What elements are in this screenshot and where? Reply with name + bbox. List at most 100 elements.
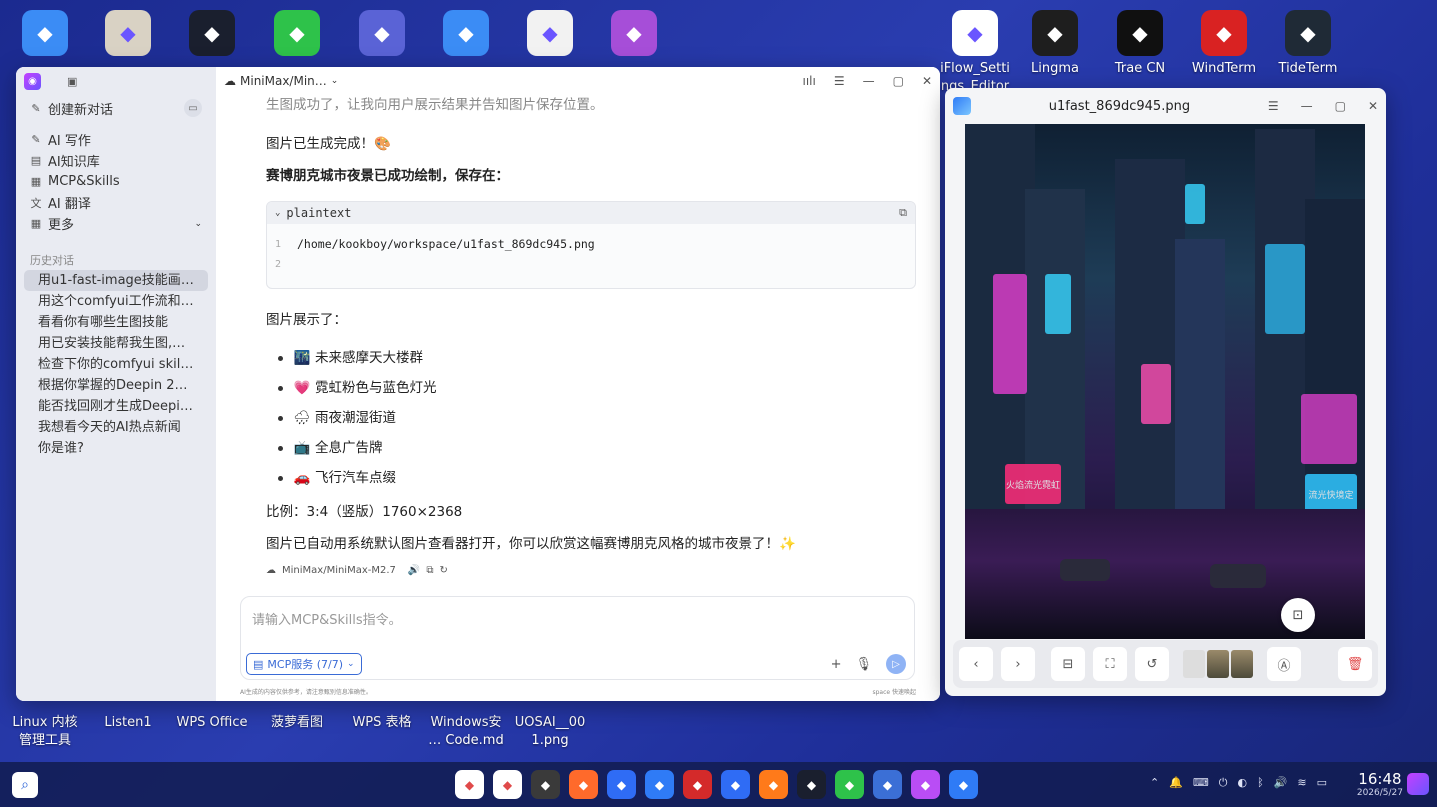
sidebar-item[interactable]: ▤ AI知识库 bbox=[16, 150, 216, 171]
copy-icon[interactable]: ⧉ bbox=[899, 206, 907, 220]
thumbnail[interactable] bbox=[1231, 650, 1253, 678]
menu-icon[interactable]: ☰ bbox=[834, 74, 845, 88]
search-icon[interactable]: ⌕ bbox=[12, 772, 38, 798]
previous-button[interactable]: ‹ bbox=[959, 647, 993, 681]
sidebar-item[interactable]: 文 AI 翻译 bbox=[16, 192, 216, 213]
fit-window-button[interactable]: ⛶ bbox=[1093, 647, 1127, 681]
desktop-icon[interactable]: ◆ bbox=[170, 10, 254, 60]
wifi-icon[interactable]: ≋ bbox=[1297, 776, 1306, 790]
close-icon[interactable]: ✕ bbox=[922, 74, 932, 88]
desktop-icon[interactable]: ◆ bbox=[424, 10, 508, 60]
collapse-chevron-icon[interactable]: ⌄ bbox=[275, 208, 280, 218]
desktop-icon[interactable]: WPS Office bbox=[170, 714, 254, 732]
ocr-button[interactable]: ⊡ bbox=[1281, 598, 1315, 632]
desktop-icon[interactable]: ◆ bbox=[86, 10, 170, 60]
history-item[interactable]: 我想看今天的AI热点新闻 bbox=[24, 417, 208, 438]
image-viewer-icon[interactable]: ◆ bbox=[949, 770, 978, 799]
close-icon[interactable]: ✕ bbox=[1368, 99, 1378, 113]
desktop-icon[interactable]: ◆ bbox=[340, 10, 424, 60]
new-chat-button[interactable]: ✎ 创建新对话 ▭ bbox=[16, 95, 216, 121]
file-manager-icon[interactable]: ◆ bbox=[645, 770, 674, 799]
menu-icon[interactable]: ☰ bbox=[1268, 99, 1279, 113]
desktop-icon[interactable]: ◆ Lingma bbox=[1013, 10, 1097, 78]
voice-wave-icon[interactable]: ıılı bbox=[802, 74, 815, 88]
desktop-icon[interactable]: ◆ bbox=[3, 10, 87, 60]
desktop-icon[interactable]: ◆ bbox=[508, 10, 592, 60]
display-icon[interactable]: ◐ bbox=[1237, 776, 1247, 790]
chat-bubble-icon[interactable]: ▭ bbox=[184, 99, 202, 117]
settings-icon[interactable]: ◆ bbox=[531, 770, 560, 799]
desktop-icon[interactable]: ◆ iFlow_Setti ngs_Editor bbox=[933, 10, 1017, 96]
thumbnail[interactable] bbox=[1183, 650, 1205, 678]
desktop-icon[interactable]: Linux 内核 管理工具 bbox=[3, 714, 87, 750]
desktop-icon[interactable]: UOSAI__00 1.png bbox=[508, 714, 592, 750]
power-icon[interactable]: ⏻ bbox=[1219, 776, 1228, 790]
chat-app-icon[interactable]: ◆ bbox=[721, 770, 750, 799]
desktop-icon[interactable]: Listen1 bbox=[86, 714, 170, 732]
monitor-icon[interactable]: ◆ bbox=[607, 770, 636, 799]
firefox-icon[interactable]: ◆ bbox=[759, 770, 788, 799]
sidebar-item[interactable]: ▦ MCP&Skills bbox=[16, 171, 216, 192]
bluetooth-icon[interactable]: ᛒ bbox=[1257, 776, 1264, 790]
add-icon[interactable]: + bbox=[831, 657, 842, 672]
delete-button[interactable]: 🗑 bbox=[1338, 647, 1372, 681]
model-selector[interactable]: ☁ MiniMax/Min… ⌄ bbox=[224, 74, 338, 88]
desktop-icon[interactable]: WPS 表格 bbox=[340, 714, 424, 732]
battery-icon[interactable]: ▭ bbox=[1317, 776, 1327, 790]
sidebar-item[interactable]: ✎ AI 写作 bbox=[16, 129, 216, 150]
history-item[interactable]: 能否找回刚才生成Deepin 25壁纸 bbox=[24, 396, 208, 417]
launcher-icon[interactable]: ◆ bbox=[455, 770, 484, 799]
desktop-icon[interactable]: ◆ Trae CN bbox=[1098, 10, 1182, 78]
desktop-icon[interactable]: ◆ TideTerm bbox=[1266, 10, 1350, 78]
keyboard-icon[interactable]: ⌨ bbox=[1193, 776, 1209, 790]
minimize-icon[interactable]: — bbox=[1301, 99, 1313, 113]
original-size-button[interactable]: ⊟ bbox=[1051, 647, 1085, 681]
refresh-icon[interactable]: ↻ bbox=[440, 565, 448, 576]
sidebar-item[interactable]: ▦ 更多 ⌄ bbox=[16, 213, 216, 234]
clock[interactable]: 16:48 2026/5/27 bbox=[1357, 770, 1403, 798]
maximize-icon[interactable]: ▢ bbox=[893, 74, 904, 88]
maximize-icon[interactable]: ▢ bbox=[1335, 99, 1346, 113]
desktop-icon[interactable]: ◆ WindTerm bbox=[1182, 10, 1266, 78]
microphone-icon[interactable]: 🎙 bbox=[855, 657, 872, 672]
history-item[interactable]: 用u1-fast-image技能画一幅赛博朋克城市夜景 bbox=[24, 270, 208, 291]
copy-icon[interactable]: ⧉ bbox=[426, 565, 433, 576]
multitask-icon[interactable]: ◆ bbox=[493, 770, 522, 799]
ai-assistant-tray-icon[interactable] bbox=[1407, 773, 1429, 795]
history-item[interactable]: 用这个comfyui工作流和你的能力生图 bbox=[24, 291, 208, 312]
code-block: ⌄ plaintext ⧉ 1/home/kookboy/workspace/u… bbox=[266, 201, 916, 289]
app-store-icon[interactable]: ◆ bbox=[569, 770, 598, 799]
notification-icon[interactable]: 🔔 bbox=[1169, 776, 1183, 790]
wechat-icon[interactable]: ◆ bbox=[835, 770, 864, 799]
next-button[interactable]: › bbox=[1001, 647, 1035, 681]
neon-sign: 火焰流光霓虹 bbox=[1005, 464, 1061, 504]
ai-assistant-icon[interactable]: ◆ bbox=[911, 770, 940, 799]
ocr-text-button[interactable]: Ⓐ bbox=[1267, 647, 1301, 681]
prompt-composer[interactable]: 请输入MCP&Skills指令。 ▤ MCP服务 (7/7) ⌄ + 🎙 ▷ bbox=[240, 596, 915, 680]
rotate-button[interactable]: ↺ bbox=[1135, 647, 1169, 681]
desktop-icon[interactable]: ◆ bbox=[255, 10, 339, 60]
prompt-input[interactable]: 请输入MCP&Skills指令。 bbox=[252, 609, 402, 628]
chevron-up-icon[interactable]: ⌃ bbox=[1150, 776, 1159, 790]
terminal-icon[interactable]: ◆ bbox=[683, 770, 712, 799]
history-item[interactable]: 检查下你的comfyui skill技能是否可用 bbox=[24, 354, 208, 375]
desktop-icon[interactable]: 菠萝看图 bbox=[255, 714, 339, 732]
volume-icon[interactable]: 🔊 bbox=[1274, 776, 1288, 790]
m-app-icon[interactable]: ◆ bbox=[797, 770, 826, 799]
desktop-icon[interactable]: ◆ bbox=[592, 10, 676, 60]
history-item[interactable]: 根据你掌握的Deepin 25操作知识回答 bbox=[24, 375, 208, 396]
thumbnail-strip[interactable] bbox=[1183, 650, 1253, 678]
history-title: 历史对话 bbox=[30, 254, 74, 267]
viewer-title: u1fast_869dc945.png bbox=[1048, 98, 1191, 114]
desktop-icon[interactable]: Windows安 … Code.md bbox=[424, 714, 508, 750]
history-item[interactable]: 用已安装技能帮我生图,就以赛博朋克为主题 bbox=[24, 333, 208, 354]
mcp-service-button[interactable]: ▤ MCP服务 (7/7) ⌄ bbox=[246, 653, 362, 675]
code-editor-icon[interactable]: ◆ bbox=[873, 770, 902, 799]
send-button[interactable]: ▷ bbox=[886, 654, 906, 674]
history-item[interactable]: 看看你有哪些生图技能 bbox=[24, 312, 208, 333]
minimize-icon[interactable]: — bbox=[863, 74, 875, 88]
speaker-icon[interactable]: 🔊 bbox=[408, 565, 420, 576]
history-item[interactable]: 你是谁? bbox=[24, 438, 208, 459]
sidebar-toggle-icon[interactable]: ▣ bbox=[67, 75, 77, 88]
thumbnail[interactable] bbox=[1207, 650, 1229, 678]
